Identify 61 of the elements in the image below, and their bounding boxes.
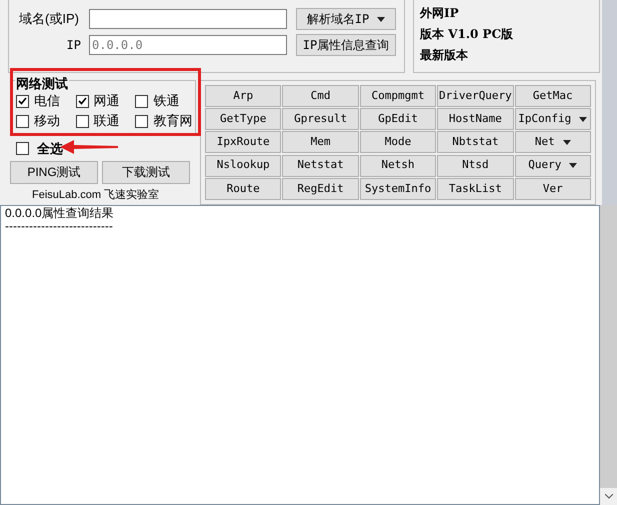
option-label: 网通 xyxy=(94,94,120,108)
command-button[interactable]: IpConfig xyxy=(514,108,591,130)
info-text: 外网IP xyxy=(420,5,460,22)
command-button[interactable]: Netsh xyxy=(360,154,436,177)
command-button[interactable]: Cmd xyxy=(282,85,359,107)
command-button[interactable]: IpxRoute xyxy=(205,131,282,154)
test-button[interactable]: PING测试 xyxy=(10,160,98,184)
command-button[interactable]: Netstat xyxy=(282,154,359,177)
command-button[interactable]: Nslookup xyxy=(205,154,282,177)
caret-icon xyxy=(377,16,386,22)
field-label: 域名(或IP) xyxy=(19,10,80,28)
command-button[interactable]: IP属性信息查询 xyxy=(296,34,396,56)
option-label: 联通 xyxy=(94,114,120,128)
command-button[interactable]: DriverQuery xyxy=(437,85,514,107)
credit-text: FeisuLab.com 飞速实验室 xyxy=(32,188,160,202)
command-button[interactable]: SystemInfo xyxy=(360,178,436,200)
command-button[interactable]: Arp xyxy=(205,85,282,107)
option-label: 教育网 xyxy=(153,114,192,128)
caret-icon xyxy=(579,116,588,122)
command-button[interactable]: Route xyxy=(205,178,282,200)
command-button[interactable]: GetMac xyxy=(514,85,591,107)
option-label: 铁通 xyxy=(153,94,180,108)
command-button[interactable]: Compmgmt xyxy=(360,85,436,107)
info-text: 最新版本 xyxy=(420,47,469,64)
domain-field[interactable] xyxy=(89,9,287,29)
command-button[interactable]: HostName xyxy=(437,108,514,130)
command-button[interactable]: GetType xyxy=(205,108,282,130)
checkbox[interactable] xyxy=(76,114,89,128)
command-button[interactable]: Query xyxy=(514,154,591,177)
checkmark-icon xyxy=(78,97,87,105)
command-button[interactable]: Ver xyxy=(514,178,591,200)
checkbox[interactable] xyxy=(135,94,148,108)
command-button[interactable]: Gpresult xyxy=(282,108,359,130)
command-button[interactable]: RegEdit xyxy=(282,178,359,200)
command-button[interactable]: Nbtstat xyxy=(437,131,514,154)
command-button[interactable]: Mode xyxy=(360,131,436,154)
field-label: IP xyxy=(66,37,82,54)
command-button[interactable]: Ntsd xyxy=(437,154,514,177)
command-button[interactable]: GpEdit xyxy=(360,108,436,130)
checkbox[interactable] xyxy=(16,94,29,108)
command-button[interactable]: Net xyxy=(514,131,591,154)
checkmark-icon xyxy=(18,97,27,105)
option-label: 移动 xyxy=(34,114,60,128)
caret-icon xyxy=(562,140,571,145)
checkbox[interactable] xyxy=(16,142,29,156)
checkbox[interactable] xyxy=(76,94,89,108)
command-button[interactable]: Mem xyxy=(282,131,359,154)
scrollbar[interactable] xyxy=(600,205,617,505)
test-button[interactable]: 下载测试 xyxy=(102,160,190,184)
command-button[interactable]: 解析域名IP xyxy=(296,8,396,30)
result-line: 0.0.0.0属性查询结果 xyxy=(5,207,115,220)
result-line: --------------------------- xyxy=(5,220,114,233)
select-all-label: 全选 xyxy=(37,140,63,158)
checkbox[interactable] xyxy=(135,114,148,128)
caret-icon xyxy=(569,163,578,168)
group-title: 网络测试 xyxy=(15,77,69,91)
option-label: 电信 xyxy=(34,94,60,108)
checkbox[interactable] xyxy=(16,114,29,128)
ip-field[interactable]: 0.0.0.0 xyxy=(89,35,287,55)
command-button[interactable]: TaskList xyxy=(437,178,514,200)
info-text: 版本 V1.0 PC版 xyxy=(420,26,514,43)
